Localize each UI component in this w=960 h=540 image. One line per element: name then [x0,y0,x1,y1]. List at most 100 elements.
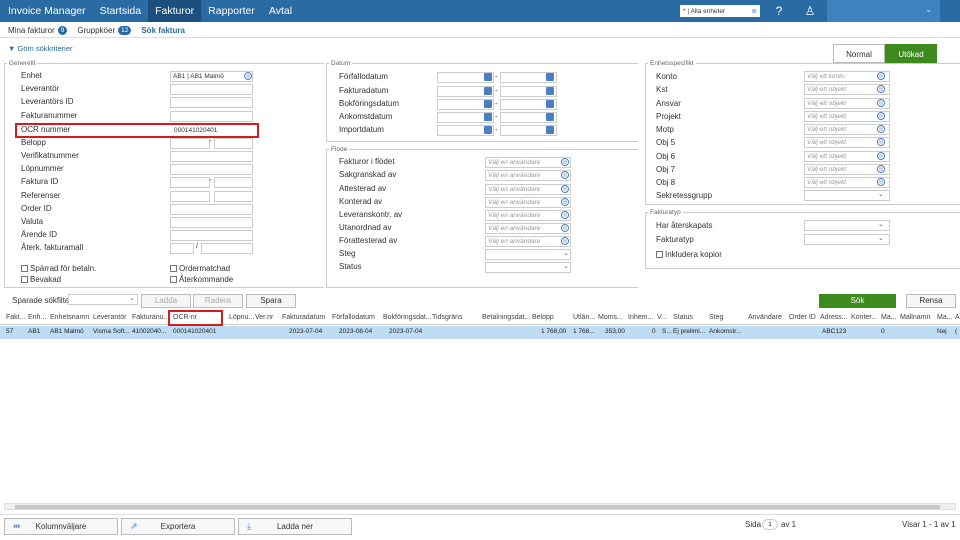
user-icon[interactable]: ♙ [802,3,818,19]
col-anvandare[interactable]: Användare [748,314,782,321]
calendar-icon[interactable] [546,73,554,81]
col-enhetsnamn[interactable]: Enhetsnamn [50,314,89,321]
calendar-icon[interactable] [484,126,492,134]
col-v[interactable]: V... [657,314,667,321]
search-icon[interactable]: ◎ [561,158,569,166]
col-ma[interactable]: Ma... [881,314,897,321]
col-leverantor[interactable]: Leverantör [93,314,126,321]
col-enh[interactable]: Enh... [28,314,46,321]
col-lopnu[interactable]: Löpnu... [229,314,254,321]
nav-avtal[interactable]: Avtal [262,0,299,22]
tab-gruppkoer[interactable]: Gruppköer 12 [77,26,132,35]
col-belopp[interactable]: Belopp [532,314,554,321]
search-icon[interactable]: ◎ [877,99,885,107]
help-icon[interactable]: ? [771,3,787,19]
col-a[interactable]: A [955,314,960,321]
tab-sok-faktura[interactable]: Sök faktura [141,26,185,35]
scrollbar-thumb[interactable] [15,505,940,509]
toggle-search-criteria[interactable]: ▼ Göm sökkriterier [8,44,73,53]
saved-filter-select[interactable] [68,294,138,305]
checkbox-inkludera-kopior[interactable]: Inkludera kopior [656,250,722,259]
checkbox-aterkommande[interactable]: Återkommande [170,275,233,284]
brand-link[interactable]: Invoice Manager [0,0,93,22]
valuta-input[interactable] [170,217,253,228]
search-icon[interactable]: ◎ [877,72,885,80]
search-icon[interactable]: ◎ [877,112,885,120]
arende-id-input[interactable] [170,230,253,241]
col-mallnamn[interactable]: Mallnamn [900,314,930,321]
export-button[interactable]: ⇗ Exportera [121,518,235,535]
search-icon[interactable]: ◎ [877,178,885,186]
enhet-input[interactable]: AB1 | AB1 Malmö [170,71,253,82]
checkbox-sparrad[interactable]: Spärrad för betaln. [21,264,96,273]
download-button[interactable]: ⤓ Ladda ner [238,518,352,535]
nav-rapporter[interactable]: Rapporter [201,0,262,22]
calendar-icon[interactable] [484,113,492,121]
col-order-id[interactable]: Order ID [789,314,816,321]
search-icon[interactable]: ◎ [561,237,569,245]
konterad-av-input[interactable]: Välj en användare [485,197,571,208]
search-icon[interactable]: ◎ [877,152,885,160]
calendar-icon[interactable] [546,87,554,95]
nav-fakturor[interactable]: Fakturor [148,0,202,22]
fakturor-i-flodet-input[interactable]: Välj en användare [485,157,571,168]
utanordnad-av-input[interactable]: Välj en användare [485,223,571,234]
col-inhem[interactable]: Inhem... [628,314,653,321]
col-forfallodatum[interactable]: Förfallodatum [332,314,375,321]
search-icon[interactable]: ◎ [877,138,885,146]
nav-startsida[interactable]: Startsida [93,0,148,22]
horizontal-scrollbar[interactable] [4,503,956,510]
col-fakturadatum[interactable]: Fakturadatum [282,314,325,321]
col-tidsgrans[interactable]: Tidsgräns [432,314,462,321]
faktura-id-from-input[interactable] [170,177,210,188]
col-steg[interactable]: Steg [709,314,723,321]
leverantor-input[interactable] [170,84,253,95]
order-id-input[interactable] [170,204,253,215]
calendar-icon[interactable] [484,73,492,81]
referenser-input-1[interactable] [170,191,210,202]
lopnummer-input[interactable] [170,164,253,175]
clear-button[interactable]: Rensa [906,294,956,308]
col-fakt[interactable]: Fakt... [6,314,25,321]
search-icon[interactable]: ◎ [561,211,569,219]
user-menu[interactable]: ⌄ [827,0,940,22]
verifikatnummer-input[interactable] [170,151,253,162]
load-filter-button[interactable]: Ladda [141,294,191,308]
delete-filter-button[interactable]: Radera [193,294,243,308]
col-status[interactable]: Status [673,314,693,321]
belopp-from-input[interactable] [170,138,210,149]
leverantors-id-input[interactable] [170,97,253,108]
col-ma2[interactable]: Ma... [937,314,953,321]
checkbox-box[interactable] [656,251,663,259]
forattesterad-av-input[interactable]: Välj en användare [485,236,571,247]
sakgranskad-av-input[interactable]: Välj en användare [485,170,571,181]
col-ver-nr[interactable]: Ver.nr [255,314,273,321]
calendar-icon[interactable] [484,87,492,95]
checkbox-ordermatchad[interactable]: Ordermatchad [170,264,230,273]
steg-select[interactable] [485,249,571,260]
checkbox-bevakad[interactable]: Bevakad [21,275,61,284]
col-fakturanu[interactable]: Fakturanu... [132,314,169,321]
col-utlan[interactable]: Utlän... [573,314,595,321]
checkbox-box[interactable] [21,276,28,284]
leveranskontr-av-input[interactable]: Välj en användare [485,210,571,221]
belopp-to-input[interactable] [214,138,253,149]
search-icon[interactable]: ◎ [561,185,569,193]
col-adress[interactable]: Adress... [820,314,848,321]
search-icon[interactable]: ◎ [561,171,569,179]
referenser-input-2[interactable] [214,191,253,202]
calendar-icon[interactable] [484,100,492,108]
aterk-input-1[interactable] [170,243,194,254]
checkbox-box[interactable] [170,276,177,284]
fakturanummer-input[interactable] [170,111,253,122]
search-icon[interactable]: ◎ [244,72,252,80]
status-select[interactable] [485,262,571,273]
table-row[interactable]: 57 AB1 AB1 Malmö Visma Soft... 41002040.… [0,326,960,339]
search-icon[interactable]: ◎ [877,125,885,133]
search-icon[interactable]: ◎ [877,85,885,93]
calendar-icon[interactable] [546,113,554,121]
checkbox-box[interactable] [21,265,28,273]
unit-select[interactable]: * | Alla enheter ⊚ [680,5,760,17]
tab-mina-fakturor[interactable]: Mina fakturor 9 [8,26,68,35]
save-filter-button[interactable]: Spara [246,294,296,308]
